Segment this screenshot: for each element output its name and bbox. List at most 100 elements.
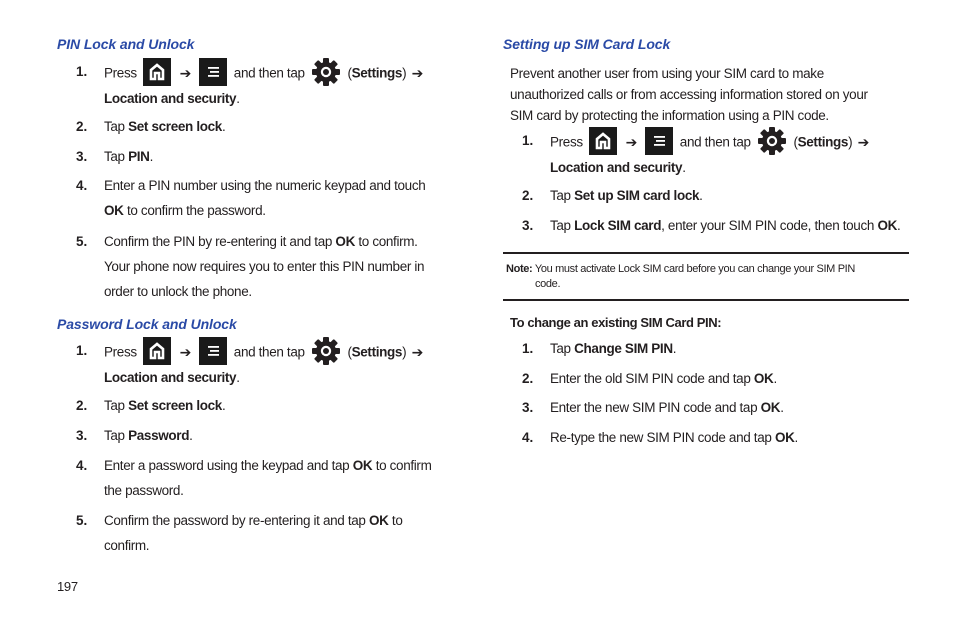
arrow-icon: ➔	[179, 344, 192, 361]
step-text: .	[773, 371, 777, 386]
press-text: Press	[550, 134, 583, 150]
arrow-icon: ➔	[179, 65, 192, 82]
note-box: Note: You must activate Lock SIM card be…	[506, 262, 906, 292]
step-text: .	[221, 398, 226, 413]
step-bold: Password	[128, 428, 190, 443]
step-text: Tap	[550, 218, 575, 233]
step-number: 4.	[76, 458, 88, 473]
step-text: Enter a password using the keypad and ta…	[104, 458, 353, 473]
step-text: Your phone now requires you to enter thi…	[104, 259, 425, 274]
step-text: .	[149, 149, 154, 164]
step-number: 5.	[76, 234, 88, 249]
step-text: the password.	[104, 483, 184, 498]
location-security-label: Location and security	[104, 370, 237, 385]
page-number: 197	[57, 579, 78, 594]
step-number: 2.	[76, 119, 88, 134]
step-number: 1.	[522, 341, 534, 356]
step-text: order to unlock the phone.	[104, 284, 252, 299]
step-bold: OK	[774, 430, 795, 445]
step-number: 1.	[76, 64, 88, 79]
step-number: 4.	[522, 430, 534, 445]
step-text: .	[699, 188, 703, 203]
step-text: to confirm	[372, 458, 432, 473]
note-text: code.	[535, 278, 561, 290]
intro-line: Prevent another user from using your SIM…	[510, 66, 824, 81]
location-security-label: Location and security	[550, 160, 683, 175]
step-bold: OK	[877, 218, 897, 233]
and-then-tap-text: and then tap	[679, 134, 751, 150]
step-text: to confirm.	[354, 234, 418, 249]
settings-label: Settings	[351, 65, 403, 81]
step-text: .	[672, 341, 677, 356]
step-number: 4.	[76, 178, 88, 193]
settings-label: Settings	[797, 134, 849, 150]
press-text: Press	[104, 65, 137, 81]
step-bold: OK	[352, 458, 373, 473]
step-number: 2.	[76, 398, 88, 413]
step-text: .	[221, 119, 226, 134]
arrow-icon: ➔	[411, 65, 424, 82]
step-number: 5.	[76, 513, 88, 528]
step-text: Tap	[104, 149, 129, 164]
paren: )	[402, 344, 407, 360]
step-text: Tap	[550, 341, 575, 356]
section-heading-sim-lock: Setting up SIM Card Lock	[503, 36, 671, 52]
menu-key-icon	[199, 58, 228, 86]
intro-line: SIM card by protecting the information u…	[510, 108, 829, 123]
arrow-icon: ➔	[857, 134, 870, 151]
paren: )	[402, 65, 407, 81]
step-number: 2.	[522, 371, 534, 386]
settings-gear-icon	[311, 57, 341, 87]
step-text: to	[388, 513, 403, 528]
intro-line: unauthorized calls or from accessing inf…	[510, 87, 868, 102]
step-number: 2.	[522, 188, 534, 203]
step-bold: Set up SIM card lock	[574, 188, 700, 203]
settings-gear-icon	[311, 336, 341, 366]
step-bold: OK	[753, 371, 774, 386]
step-text: Enter a PIN number using the numeric key…	[104, 178, 426, 193]
period: .	[236, 91, 240, 106]
step-bold: OK	[104, 203, 124, 218]
step-text: Tap	[104, 428, 129, 443]
step-text: .	[780, 400, 784, 415]
arrow-icon: ➔	[625, 134, 638, 151]
step-text: Confirm the password by re-entering it a…	[104, 513, 369, 528]
step-text: to confirm the password.	[123, 203, 266, 218]
paren: )	[848, 134, 853, 150]
step-bold: Lock SIM card	[574, 218, 662, 233]
step-bold: OK	[760, 400, 781, 415]
settings-label: Settings	[351, 344, 403, 360]
step-number: 3.	[76, 149, 88, 164]
home-key-icon	[143, 58, 172, 86]
step-number: 3.	[522, 400, 534, 415]
step-text: Re-type the new SIM PIN code and tap	[550, 430, 775, 445]
step-bold: PIN	[128, 149, 150, 164]
note-label: Note:	[506, 263, 533, 275]
step-text: , enter your SIM PIN code, then touch	[661, 218, 878, 233]
step-bold: OK	[368, 513, 389, 528]
section-heading-password-lock: Password Lock and Unlock	[57, 316, 237, 332]
note-bottom-rule	[503, 299, 909, 301]
step-text: Tap	[104, 398, 129, 413]
step-bold: OK	[335, 234, 355, 249]
home-key-icon	[589, 127, 618, 155]
note-text: You must activate Lock SIM card before y…	[532, 263, 855, 275]
arrow-icon: ➔	[411, 344, 424, 361]
menu-key-icon	[645, 127, 674, 155]
step-text: Confirm the PIN by re-entering it and ta…	[104, 234, 336, 249]
step-text: .	[794, 430, 799, 445]
step-number: 1.	[522, 133, 534, 148]
step-text: Tap	[104, 119, 129, 134]
note-top-rule	[503, 252, 909, 254]
period: .	[682, 160, 686, 175]
step-bold: Change SIM PIN	[574, 341, 673, 356]
step-text: Enter the new SIM PIN code and tap	[550, 400, 761, 415]
step-text: .	[189, 428, 193, 443]
sim-intro-paragraph: Prevent another user from using your SIM…	[510, 63, 920, 126]
press-text: Press	[104, 344, 137, 360]
step-number: 3.	[76, 428, 88, 443]
step-text: Tap	[550, 188, 575, 203]
step-text: confirm.	[104, 538, 150, 553]
change-pin-subheading: To change an existing SIM Card PIN:	[510, 315, 722, 330]
step-number: 3.	[522, 218, 534, 233]
